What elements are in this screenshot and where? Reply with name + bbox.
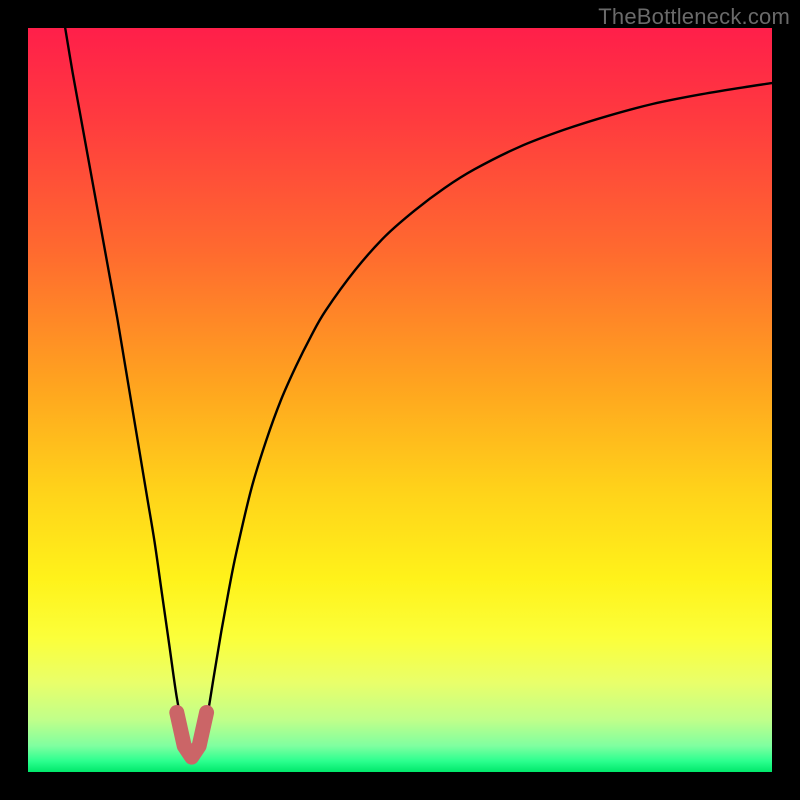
gradient-background: [28, 28, 772, 772]
watermark-text: TheBottleneck.com: [598, 4, 790, 30]
chart-frame: [28, 28, 772, 772]
bottleneck-plot: [28, 28, 772, 772]
